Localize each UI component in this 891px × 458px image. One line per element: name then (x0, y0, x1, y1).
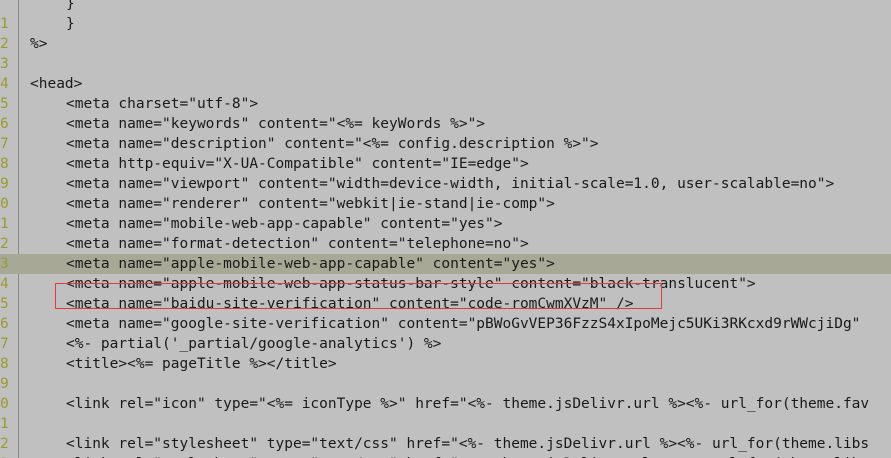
code-text: <meta name="format-detection" content="t… (66, 236, 529, 252)
code-text: <meta name="baidu-site-verification" con… (66, 296, 634, 312)
code-text: <meta charset="utf-8"> (66, 96, 259, 112)
code-text: <title><%= pageTitle %></title> (66, 356, 337, 372)
code-text: <meta name="keywords" content="<%= keyWo… (66, 116, 486, 132)
code-text: <meta name="viewport" content="width=dev… (66, 176, 835, 192)
code-line[interactable]: 9 <meta name="viewport" content="width=de… (0, 174, 891, 194)
code-line[interactable]: 0 <meta name="renderer" content="webkit|i… (0, 194, 891, 214)
code-text: %> (30, 36, 48, 52)
code-text: <meta name="apple-mobile-web-app-capable… (66, 256, 555, 272)
line-number: 0 (0, 396, 9, 412)
code-line[interactable]: 2 <meta name="format-detection" content="… (0, 234, 891, 254)
line-number: 6 (0, 116, 9, 132)
line-number: 2 (0, 36, 9, 52)
code-text: } (66, 16, 75, 32)
code-line[interactable]: 1 <meta name="mobile-web-app-capable" con… (0, 214, 891, 234)
code-line[interactable]: 8 <meta http-equiv="X-UA-Compatible" cont… (0, 154, 891, 174)
code-line-current[interactable]: 3 <meta name="apple-mobile-web-app-capabl… (0, 254, 891, 274)
code-line[interactable]: 7 <%- partial('_partial/google-analytics'… (0, 334, 891, 354)
code-text: <meta http-equiv="X-UA-Compatible" conte… (66, 156, 529, 172)
code-line[interactable]: 1 (0, 414, 891, 434)
line-number: 6 (0, 316, 9, 332)
line-number: 3 (0, 56, 9, 72)
code-text: <head> (30, 76, 83, 92)
code-line[interactable]: } (0, 0, 891, 14)
code-line[interactable]: 3 <link rel="stylesheet" type="text/css" … (0, 454, 891, 458)
line-number: 2 (0, 436, 9, 452)
code-line[interactable]: 3 (0, 54, 891, 74)
code-line[interactable]: 6 <meta name="google-site-verification" c… (0, 314, 891, 334)
code-text: <meta name="google-site-verification" co… (66, 316, 861, 332)
line-number: 2 (0, 236, 9, 252)
code-line[interactable]: 9 (0, 374, 891, 394)
line-number: 4 (0, 276, 9, 292)
code-line[interactable]: 0 <link rel="icon" type="<%= iconType %>"… (0, 394, 891, 414)
line-number: 9 (0, 176, 9, 192)
code-text: <meta name="apple-mobile-web-app-status-… (66, 276, 756, 292)
line-number: 5 (0, 296, 9, 312)
code-line[interactable]: 6 <meta name="keywords" content="<%= keyW… (0, 114, 891, 134)
code-line[interactable]: 5 <meta name="baidu-site-verification" co… (0, 294, 891, 314)
line-number: 1 (0, 416, 9, 432)
code-text: <link rel="stylesheet" type="text/css" h… (66, 454, 869, 458)
code-line[interactable]: 4 <head> (0, 74, 891, 94)
code-line[interactable]: 4 <meta name="apple-mobile-web-app-status… (0, 274, 891, 294)
code-line[interactable]: 2 <link rel="stylesheet" type="text/css" … (0, 434, 891, 454)
line-number: 1 (0, 16, 9, 32)
line-number: 3 (0, 256, 9, 272)
code-line[interactable]: 2 %> (0, 34, 891, 54)
line-number: 1 (0, 216, 9, 232)
line-number: 8 (0, 156, 9, 172)
code-line[interactable]: 1} (0, 14, 891, 34)
line-number: 4 (0, 76, 9, 92)
line-number: 8 (0, 356, 9, 372)
code-editor[interactable]: } 1} 2 %> 3 4 <head> 5 <meta charset="utf-8"> 6 <m… (0, 0, 891, 458)
line-number: 3 (0, 454, 12, 458)
code-text: <meta name="renderer" content="webkit|ie… (66, 196, 555, 212)
code-line[interactable]: 5 <meta charset="utf-8"> (0, 94, 891, 114)
line-number: 5 (0, 96, 9, 112)
line-number: 9 (0, 376, 9, 392)
line-number: 0 (0, 196, 9, 212)
code-text: <link rel="stylesheet" type="text/css" h… (66, 436, 870, 452)
code-text: <meta name="description" content="<%= co… (66, 136, 599, 152)
code-line[interactable]: 7 <meta name="description" content="<%= c… (0, 134, 891, 154)
code-text: } (66, 0, 75, 12)
code-text: <%- partial('_partial/google-analytics')… (66, 336, 442, 352)
code-line[interactable]: 8 <title><%= pageTitle %></title> (0, 354, 891, 374)
code-lines: } 1} 2 %> 3 4 <head> 5 <meta charset="utf-8"> 6 <m… (0, 0, 891, 458)
code-text: <link rel="icon" type="<%= iconType %>" … (66, 396, 870, 412)
line-number: 7 (0, 136, 9, 152)
line-number: 7 (0, 336, 9, 352)
code-text: <meta name="mobile-web-app-capable" cont… (66, 216, 503, 232)
